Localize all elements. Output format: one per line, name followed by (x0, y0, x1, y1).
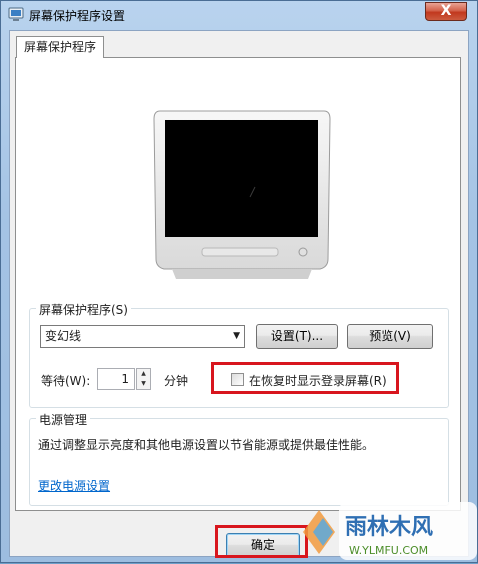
title-bar[interactable]: 屏幕保护程序设置 X (1, 1, 477, 29)
window-title: 屏幕保护程序设置 (29, 9, 126, 23)
screensaver-app-icon (8, 7, 24, 21)
spin-down-icon[interactable]: ▼ (137, 379, 150, 389)
power-group: 电源管理 通过调整显示亮度和其他电源设置以节省能源或提供最佳性能。 更改电源设置 (29, 411, 449, 506)
minutes-label: 分钟 (164, 374, 189, 388)
wait-minutes-input[interactable]: 1 (97, 368, 135, 390)
settings-button[interactable]: 设置(T)... (256, 324, 338, 349)
close-button[interactable]: X (425, 2, 467, 21)
screensaver-select[interactable]: 变幻线 ▼ (40, 325, 245, 348)
wait-spinner[interactable]: ▲ ▼ (136, 368, 151, 390)
screensaver-group-label: 屏幕保护程序(S) (36, 301, 131, 318)
highlight-box-ok (215, 525, 308, 558)
tab-panel: 屏幕保护程序(S) 变幻线 ▼ 设置(T)... 预览(V) 等待(W): 1 … (15, 57, 461, 511)
preview-button[interactable]: 预览(V) (347, 324, 433, 349)
dropdown-arrow-icon: ▼ (233, 331, 240, 341)
highlight-box-checkbox (211, 362, 399, 394)
change-power-settings-link[interactable]: 更改电源设置 (38, 477, 110, 494)
screensaver-selected-value: 变幻线 (45, 329, 82, 343)
spin-up-icon[interactable]: ▲ (137, 369, 150, 379)
watermark-url: W.YLMFU.COM (349, 544, 428, 557)
wait-label: 等待(W): (41, 374, 91, 388)
monitor-preview (153, 110, 331, 279)
power-description: 通过调整显示亮度和其他电源设置以节省能源或提供最佳性能。 (38, 438, 375, 452)
power-group-label: 电源管理 (36, 411, 91, 428)
dialog-client: 屏幕保护程序 屏幕保护程序(S) 变幻线 ▼ 设置(T)... 预览(V) 等待… (9, 30, 469, 558)
watermark-text: 雨林木风 (345, 515, 433, 540)
ylmf-watermark-logo: 雨林木风 W.YLMFU.COM (303, 502, 477, 560)
dialog-window: 屏幕保护程序设置 X 屏幕保护程序 屏幕保护程序(S) 变幻线 ▼ 设置(T).… (0, 0, 478, 563)
close-icon: X (440, 3, 452, 19)
tab-screensaver[interactable]: 屏幕保护程序 (16, 36, 105, 58)
screensaver-group: 屏幕保护程序(S) 变幻线 ▼ 设置(T)... 预览(V) 等待(W): 1 … (29, 301, 449, 408)
